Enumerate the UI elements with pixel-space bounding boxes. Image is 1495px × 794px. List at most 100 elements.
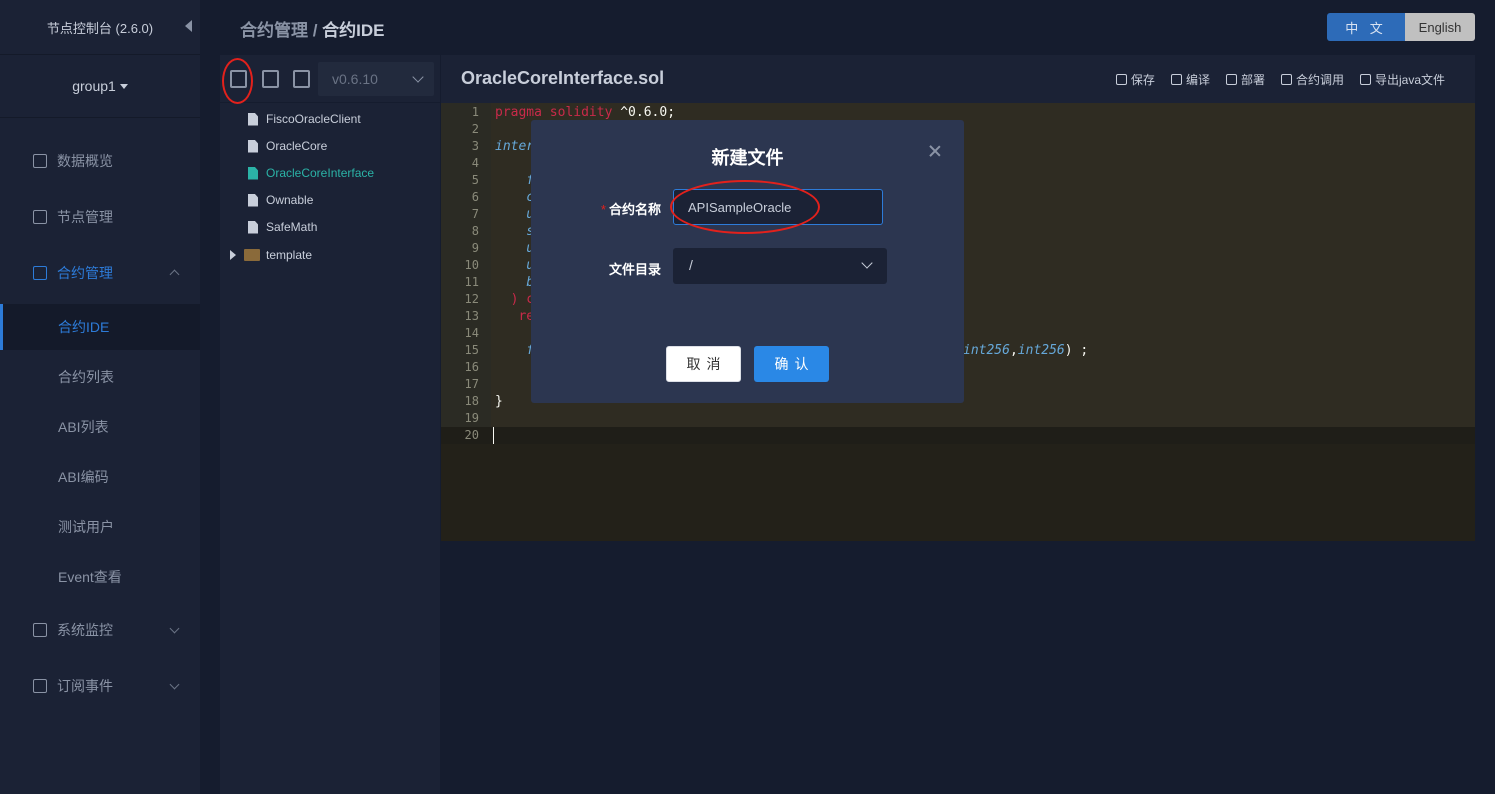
cancel-button[interactable]: 取消	[666, 346, 741, 382]
line-number: 13	[464, 309, 479, 323]
chevron-up-icon	[169, 269, 180, 280]
expand-arrow-icon[interactable]	[230, 250, 236, 260]
code-line: u	[495, 241, 535, 256]
sub-item-abi-encode[interactable]: ABI编码	[0, 454, 200, 500]
monitor-icon	[33, 623, 47, 637]
line-number: 15	[464, 343, 479, 357]
sub-item-test-users[interactable]: 测试用户	[0, 504, 200, 550]
file-item-active[interactable]: OracleCoreInterface	[248, 163, 374, 183]
compiler-version-select[interactable]: v0.6.10	[318, 62, 434, 96]
line-number: 1	[471, 105, 479, 119]
code-line: }	[495, 394, 503, 409]
breadcrumb-parent[interactable]: 合约管理	[240, 21, 308, 40]
lang-zh-button[interactable]: 中 文	[1327, 13, 1405, 41]
sub-item-contract-ide[interactable]: 合约IDE	[0, 304, 200, 350]
file-name: Ownable	[266, 193, 314, 207]
menu-item-monitor[interactable]: 系统监控	[0, 610, 200, 650]
menu-item-subscribe[interactable]: 订阅事件	[0, 666, 200, 706]
app-title: 节点控制台 (2.6.0)	[46, 20, 154, 36]
code-line: u	[495, 258, 535, 273]
code-line: u	[495, 207, 535, 222]
collapse-sidebar-icon[interactable]	[185, 20, 192, 32]
editor-gutter-empty	[441, 444, 491, 541]
line-number: 10	[464, 258, 479, 272]
file-icon	[248, 166, 258, 180]
menu-item-label: 系统监控	[57, 622, 113, 638]
confirm-button[interactable]: 确认	[754, 346, 829, 382]
editor-actions: 保存 编译 部署 合约调用 导出java文件	[1115, 71, 1445, 88]
rss-icon	[33, 679, 47, 693]
sidebar: 节点控制台 (2.6.0) group1 数据概览 节点管理 合约管理 合约ID…	[0, 0, 200, 794]
breadcrumb-separator: /	[308, 21, 323, 40]
code-line-fragment: int256,int256) ;	[963, 342, 1088, 359]
chevron-down-icon	[169, 623, 180, 634]
line-number: 14	[464, 326, 479, 340]
menu-item-label: 订阅事件	[57, 678, 113, 694]
file-name: OracleCoreInterface	[266, 166, 375, 180]
close-icon[interactable]	[928, 144, 942, 158]
contract-name-label: * 合约名称	[581, 199, 661, 218]
save-button[interactable]: 保存	[1115, 71, 1155, 88]
cube-icon	[1170, 74, 1182, 85]
line-number: 16	[464, 360, 479, 374]
directory-value: /	[689, 257, 693, 273]
lang-en-button[interactable]: English	[1405, 13, 1475, 41]
file-item[interactable]: Ownable	[248, 190, 313, 210]
file-icon	[248, 139, 258, 153]
code-token: ,	[1009, 343, 1018, 358]
export-java-label: 导出java文件	[1374, 73, 1445, 87]
file-item[interactable]: FiscoOracleClient	[248, 109, 361, 129]
annotation-ring	[670, 180, 820, 234]
deploy-button[interactable]: 部署	[1225, 71, 1265, 88]
code-token: int256	[1017, 343, 1065, 358]
menu-item-overview[interactable]: 数据概览	[0, 141, 200, 181]
code-line: re	[495, 309, 535, 324]
file-item[interactable]: SafeMath	[248, 217, 317, 237]
code-line: f	[495, 173, 535, 188]
required-mark: *	[600, 202, 606, 217]
file-toolbar: v0.6.10	[220, 55, 440, 103]
menu-item-contracts[interactable]: 合约管理	[0, 253, 200, 293]
file-name: FiscoOracleClient	[266, 112, 361, 126]
line-number: 3	[471, 139, 479, 153]
export-java-button[interactable]: 导出java文件	[1359, 71, 1445, 88]
directory-label: 文件目录	[608, 262, 661, 277]
folder-item[interactable]: template	[230, 245, 312, 265]
menu-item-nodes[interactable]: 节点管理	[0, 197, 200, 237]
folder-name: template	[266, 248, 313, 262]
send-icon	[1280, 74, 1292, 85]
code-line: f	[495, 343, 535, 358]
line-number: 18	[464, 394, 479, 408]
file-name: OracleCore	[266, 139, 328, 153]
code-line: pragma solidity ^0.6.0;	[495, 104, 675, 121]
sub-item-abi-list[interactable]: ABI列表	[0, 404, 200, 450]
upload-icon[interactable]	[293, 70, 310, 88]
line-number: 20	[464, 428, 479, 442]
sidebar-header: 节点控制台 (2.6.0)	[0, 0, 200, 55]
group-selector[interactable]: group1	[0, 55, 200, 118]
compile-button[interactable]: 编译	[1170, 71, 1210, 88]
deploy-label: 部署	[1240, 73, 1265, 87]
contract-call-button[interactable]: 合约调用	[1280, 71, 1344, 88]
breadcrumb-current: 合约IDE	[322, 21, 385, 40]
active-line-highlight	[441, 427, 1475, 444]
code-line: ) c	[495, 292, 535, 307]
editor-header: OracleCoreInterface.sol 保存 编译 部署 合约调用 导出…	[441, 55, 1475, 103]
new-folder-icon[interactable]	[262, 70, 279, 88]
editor-filename: OracleCoreInterface.sol	[461, 68, 665, 88]
language-switch: 中 文 English	[1327, 13, 1475, 41]
chevron-down-icon	[861, 257, 873, 269]
folder-icon	[244, 249, 260, 261]
line-number: 8	[471, 224, 479, 238]
directory-select[interactable]: /	[673, 248, 887, 284]
top-header: 合约管理 / 合约IDE 中 文 English	[200, 0, 1495, 52]
sub-item-contract-list[interactable]: 合约列表	[0, 354, 200, 400]
calendar-icon	[33, 210, 47, 224]
chevron-down-icon	[169, 679, 180, 690]
file-item[interactable]: OracleCore	[248, 136, 327, 156]
file-name: SafeMath	[266, 220, 318, 234]
file-icon	[248, 193, 258, 207]
sub-item-event-view[interactable]: Event查看	[0, 554, 200, 600]
line-number: 19	[464, 411, 479, 425]
code-token: int256	[963, 343, 1010, 358]
